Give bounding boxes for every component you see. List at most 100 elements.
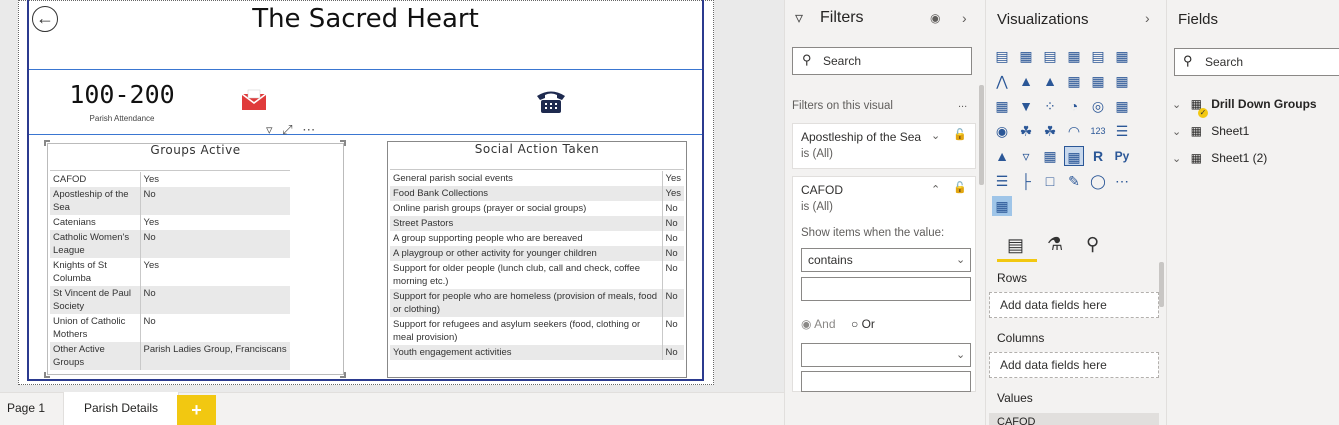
table-row: Food Bank Collections Yes (390, 186, 684, 201)
row-name-cell: Street Pastors (390, 216, 662, 231)
lock-icon[interactable]: 🔓 (953, 128, 967, 141)
analytics-icon[interactable]: ⚲ (1086, 234, 1099, 255)
slicer-icon[interactable]: ▿ (1016, 146, 1036, 166)
second-condition-select[interactable] (801, 343, 971, 367)
smart-narrative-icon[interactable]: ✎ (1064, 171, 1084, 191)
table-row: Apostleship of the Sea No (50, 187, 290, 215)
groups-table: CAFOD Yes Apostleship of the Sea No Catenian… (50, 172, 290, 370)
row-value-cell: No (140, 187, 290, 215)
key-influencers-icon[interactable]: ☰ (992, 171, 1012, 191)
decomposition-tree-icon[interactable]: ├ (1016, 171, 1036, 191)
chevron-down-icon[interactable]: ⌄ (931, 129, 940, 142)
tab-page-1[interactable]: Page 1 (0, 392, 52, 425)
row-value-cell: No (661, 289, 684, 317)
row-name-cell: Catenians (50, 215, 141, 230)
kpi-icon[interactable]: ▲ (992, 146, 1012, 166)
row-name-cell: Support for people who are homeless (pro… (390, 289, 662, 317)
add-page-button[interactable]: + (177, 395, 216, 425)
funnel-icon[interactable]: ▼ (1016, 96, 1036, 116)
divider-bottom (29, 134, 702, 135)
field-table-drill-down-groups[interactable]: ⌄ ▦ Drill Down Groups (1172, 91, 1317, 117)
rows-drop-zone[interactable]: Add data fields here (989, 292, 1159, 318)
filter-card-apostleship[interactable]: Apostleship of the Sea is (All) (792, 123, 976, 169)
chevron-down-icon[interactable]: ⌄ (1172, 126, 1181, 138)
social-table: General parish social events Yes Food Bank… (390, 171, 684, 360)
phone-icon[interactable] (535, 88, 567, 114)
map-icon[interactable]: ◉ (992, 121, 1012, 141)
table-row: Support for people who are homeless (pro… (390, 289, 684, 317)
filled-map-icon[interactable]: ☘ (1016, 121, 1036, 141)
collapse-viz-icon[interactable]: › (1145, 10, 1150, 26)
donut-chart-icon[interactable]: ◎ (1088, 96, 1108, 116)
python-visual-icon[interactable]: Py (1112, 146, 1132, 166)
fields-search-input[interactable]: Search (1174, 48, 1339, 76)
bar-100-icon[interactable]: ▤ (1088, 46, 1108, 66)
row-value-cell: No (661, 317, 684, 345)
row-value-cell: No (661, 201, 684, 216)
stacked-column-icon[interactable]: ▦ (1016, 46, 1036, 66)
filter-card-value: is (All) (801, 148, 833, 160)
chevron-up-icon[interactable]: ⌃ (931, 183, 940, 196)
shape-map-icon[interactable]: ☘ (1040, 121, 1060, 141)
condition-value-input[interactable] (801, 277, 971, 301)
viz-scrollbar[interactable] (1159, 262, 1164, 307)
value-chip-cafod[interactable]: CAFOD (989, 413, 1159, 425)
custom-visual-icon[interactable]: ▦ (992, 196, 1012, 216)
field-table-sheet1-2[interactable]: ⌄ ▦ Sheet1 (2) (1172, 145, 1267, 171)
qa-icon[interactable]: □ (1040, 171, 1060, 191)
chevron-down-icon[interactable]: ⌄ (956, 253, 965, 266)
filters-search-input[interactable]: Search (792, 47, 972, 75)
fields-well-icon[interactable]: ▤ (1007, 235, 1024, 256)
row-value-cell: No (661, 246, 684, 261)
filters-section-label: Filters on this visual (792, 100, 893, 112)
gauge-icon[interactable]: ◠ (1064, 121, 1084, 141)
eye-icon[interactable]: ◉ (930, 11, 940, 25)
filter-icon[interactable]: ▿ (266, 122, 273, 137)
area-chart-icon[interactable]: ▲ (1016, 71, 1036, 91)
line-column-icon[interactable]: ▦ (1064, 71, 1084, 91)
filters-scrollbar[interactable] (979, 85, 984, 185)
column-100-icon[interactable]: ▦ (1112, 46, 1132, 66)
table-row: A group supporting people who are bereav… (390, 231, 684, 246)
line-stacked-column-icon[interactable]: ▦ (1088, 71, 1108, 91)
matrix-icon[interactable]: ▦ (1064, 146, 1084, 166)
more-options-icon[interactable]: ⋯ (302, 122, 315, 137)
more-options-icon[interactable]: ... (958, 98, 967, 110)
resize-handle[interactable] (340, 372, 346, 378)
stacked-area-icon[interactable]: ▲ (1040, 71, 1060, 91)
card-icon[interactable]: 123 (1088, 121, 1108, 141)
mail-icon[interactable] (241, 89, 267, 111)
scatter-icon[interactable]: ⁘ (1040, 96, 1060, 116)
focus-mode-icon[interactable]: ⤢ (282, 122, 292, 137)
second-condition-input[interactable] (801, 371, 971, 392)
line-chart-icon[interactable]: ⋀ (992, 71, 1012, 91)
chevron-down-icon[interactable]: ⌄ (1172, 153, 1181, 165)
more-visuals-icon[interactable]: ⋯ (1112, 171, 1132, 191)
ribbon-chart-icon[interactable]: ▦ (1112, 71, 1132, 91)
collapse-filters-icon[interactable]: › (962, 10, 967, 26)
lock-icon[interactable]: 🔓 (953, 181, 967, 194)
columns-drop-zone[interactable]: Add data fields here (989, 352, 1159, 378)
clustered-bar-icon[interactable]: ▤ (1040, 46, 1060, 66)
stacked-bar-icon[interactable]: ▤ (992, 46, 1012, 66)
table-icon[interactable]: ▦ (1040, 146, 1060, 166)
format-paint-icon[interactable]: ⚗ (1047, 234, 1063, 255)
or-radio[interactable]: ○ Or (851, 317, 875, 331)
r-visual-icon[interactable]: R (1088, 146, 1108, 166)
and-radio[interactable]: ◉ And (801, 317, 836, 331)
pie-chart-icon[interactable]: ◔ (1064, 96, 1084, 116)
tab-parish-details[interactable]: Parish Details (63, 392, 180, 425)
condition-select[interactable]: contains (801, 248, 971, 272)
search-icon: ⚲ (802, 52, 812, 67)
waterfall-icon[interactable]: ▦ (992, 96, 1012, 116)
resize-handle[interactable] (44, 372, 50, 378)
multi-row-card-icon[interactable]: ☰ (1112, 121, 1132, 141)
treemap-icon[interactable]: ▦ (1112, 96, 1132, 116)
paginated-report-icon[interactable]: ◯ (1088, 171, 1108, 191)
chevron-down-icon[interactable]: ⌄ (956, 348, 965, 361)
clustered-column-icon[interactable]: ▦ (1064, 46, 1084, 66)
row-name-cell: St Vincent de Paul Society (50, 286, 141, 314)
table-row: Support for older people (lunch club, ca… (390, 261, 684, 289)
field-table-sheet1[interactable]: ⌄ ▦ Sheet1 (1172, 118, 1249, 144)
chevron-down-icon[interactable]: ⌄ (1172, 99, 1181, 111)
